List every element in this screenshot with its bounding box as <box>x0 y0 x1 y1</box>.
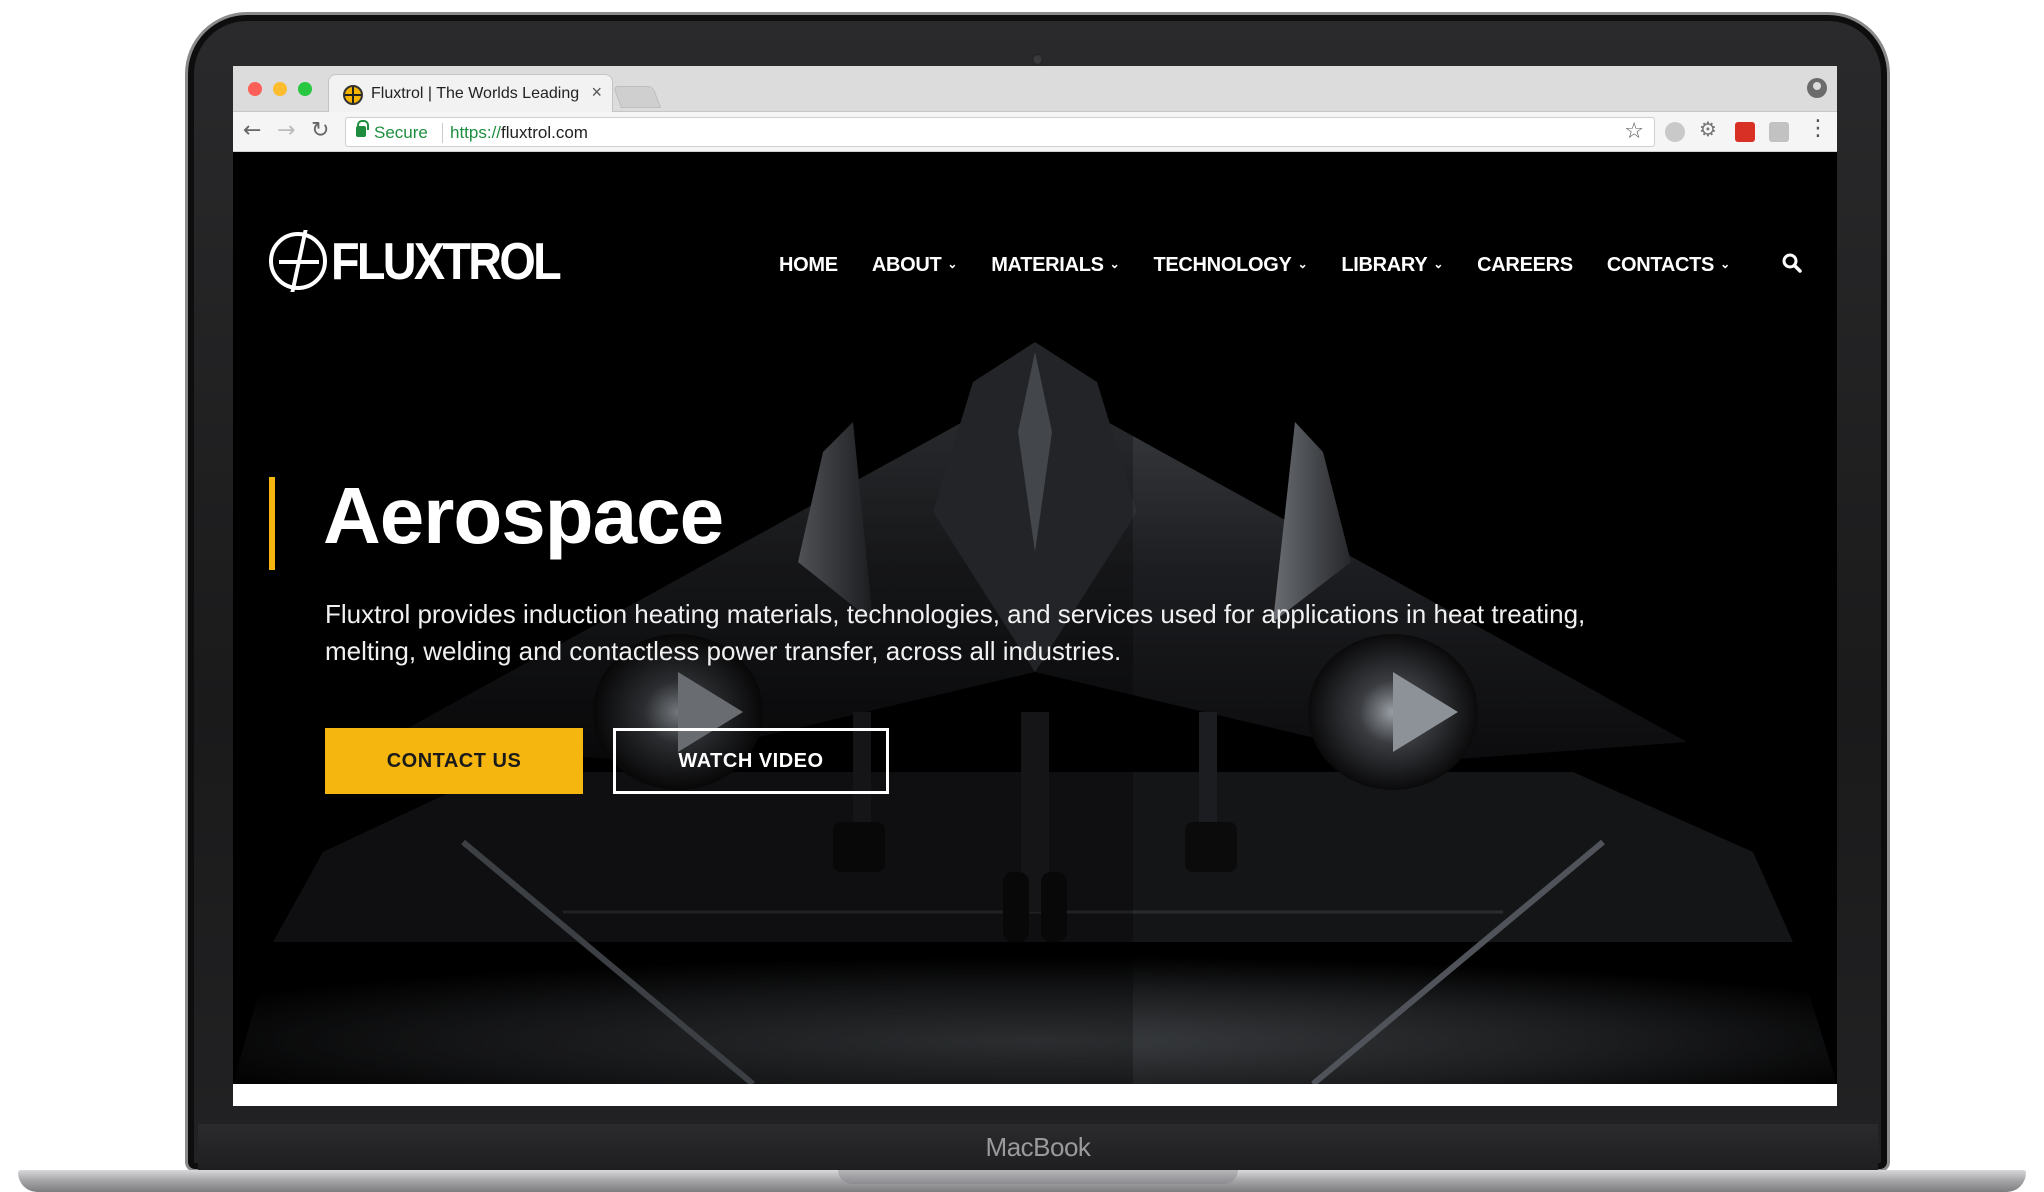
nav-label: LIBRARY <box>1341 253 1428 276</box>
watch-video-button[interactable]: WATCH VIDEO <box>613 728 889 794</box>
favicon-icon <box>343 85 363 105</box>
url-text: https://fluxtrol.com <box>450 123 588 143</box>
browser-menu-icon[interactable]: ⋮ <box>1807 116 1829 141</box>
url-divider <box>442 123 443 143</box>
extension-icon[interactable] <box>1665 122 1685 142</box>
hero-accent-bar <box>269 477 275 570</box>
screen: Fluxtrol | The Worlds Leading I × ← → ↻ … <box>233 66 1837 1106</box>
new-tab-button[interactable] <box>612 86 662 108</box>
tab-close-icon[interactable]: × <box>591 82 602 103</box>
laptop-chin: MacBook <box>198 1124 1878 1172</box>
device-label: MacBook <box>985 1132 1091 1162</box>
reload-icon[interactable]: ↻ <box>311 118 329 143</box>
nav-contacts[interactable]: CONTACTS ⌄ <box>1607 254 1730 277</box>
tab-title: Fluxtrol | The Worlds Leading I <box>371 85 581 102</box>
nav-careers[interactable]: CAREERS <box>1477 254 1573 277</box>
logo-text: FLUXTROL <box>331 233 562 291</box>
nav-materials[interactable]: MATERIALS ⌄ <box>991 253 1120 277</box>
window-close-button[interactable] <box>248 82 262 96</box>
nav-about[interactable]: ABOUT ⌄ <box>871 253 958 277</box>
browser-tab[interactable]: Fluxtrol | The Worlds Leading I × <box>328 74 613 112</box>
url-scheme: https:// <box>450 123 502 142</box>
bookmark-star-icon[interactable]: ☆ <box>1624 119 1644 144</box>
lock-icon <box>356 120 369 137</box>
camera-icon <box>1032 54 1043 65</box>
scene: Fluxtrol | The Worlds Leading I × ← → ↻ … <box>0 0 2044 1192</box>
chevron-down-icon: ⌄ <box>1433 256 1444 271</box>
nav-label: HOME <box>779 253 838 276</box>
hero-description: Fluxtrol provides induction heating mate… <box>325 599 1586 666</box>
search-icon[interactable] <box>1781 252 1803 274</box>
profile-icon[interactable] <box>1807 78 1827 98</box>
website: FLUXTROL HOME ABOUT ⌄ MATERIALS ⌄ TECHNOLO… <box>233 152 1837 1084</box>
extension-gear-icon[interactable]: ⚙ <box>1699 117 1719 141</box>
nav-label: MATERIALS <box>991 253 1104 276</box>
hero-title: Aerospace <box>323 471 724 560</box>
nav-label: ABOUT <box>871 253 942 276</box>
browser-toolbar: ← → ↻ Secure https://fluxtrol.com ☆ ⚙ ⋮ <box>233 112 1837 152</box>
nav-label: CONTACTS <box>1606 253 1715 276</box>
browser-tabbar: Fluxtrol | The Worlds Leading I × <box>233 66 1837 112</box>
nav-label: TECHNOLOGY <box>1153 253 1292 276</box>
chevron-down-icon: ⌄ <box>1297 256 1308 271</box>
chevron-down-icon: ⌄ <box>947 256 958 271</box>
laptop-base-notch <box>838 1170 1238 1184</box>
window-zoom-button[interactable] <box>298 82 312 96</box>
fluxtrol-logo[interactable]: FLUXTROL <box>269 232 569 292</box>
secure-label: Secure <box>374 123 428 142</box>
screen-bottom-strip <box>233 1084 1837 1106</box>
address-bar[interactable]: Secure https://fluxtrol.com ☆ <box>345 117 1655 147</box>
chevron-down-icon: ⌄ <box>1720 256 1730 271</box>
main-nav: HOME ABOUT ⌄ MATERIALS ⌄ TECHNOLOGY ⌄ LIBRA… <box>779 250 1764 280</box>
logo-mark-icon <box>269 232 327 290</box>
nav-library[interactable]: LIBRARY ⌄ <box>1341 254 1443 277</box>
extension-g-icon[interactable] <box>1769 122 1789 142</box>
window-minimize-button[interactable] <box>273 82 287 96</box>
back-icon[interactable]: ← <box>243 118 261 143</box>
nav-label: CAREERS <box>1477 253 1573 276</box>
contact-us-button[interactable]: CONTACT US <box>325 728 583 794</box>
extension-mail-icon[interactable] <box>1735 122 1755 142</box>
forward-icon[interactable]: → <box>277 118 295 143</box>
nav-technology[interactable]: TECHNOLOGY ⌄ <box>1153 254 1307 277</box>
nav-home[interactable]: HOME <box>779 254 838 277</box>
chevron-down-icon: ⌄ <box>1109 256 1120 271</box>
url-host: fluxtrol.com <box>501 123 588 142</box>
